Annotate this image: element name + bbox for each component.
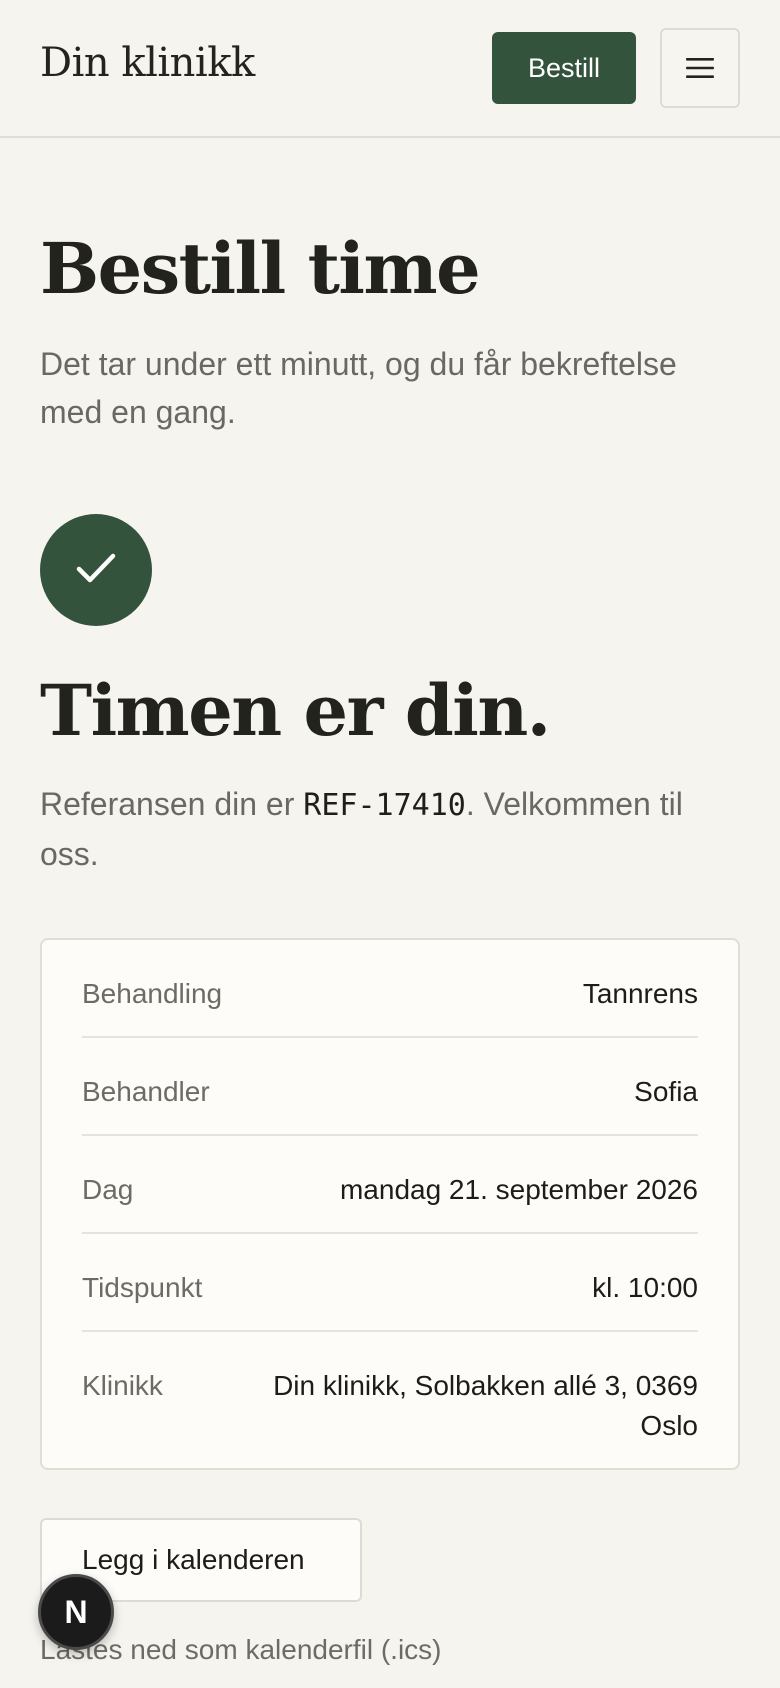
checkmark-icon xyxy=(75,551,117,590)
success-badge xyxy=(40,514,152,626)
detail-row-date: Dag mandag 21. september 2026 xyxy=(82,1136,698,1234)
order-button[interactable]: Bestill xyxy=(492,32,636,104)
booking-details-card: Behandling Tannrens Behandler Sofia Dag … xyxy=(40,938,740,1470)
detail-label: Behandler xyxy=(82,1076,210,1107)
dev-tools-badge[interactable]: N xyxy=(38,1574,114,1650)
reference-prefix: Referansen din er xyxy=(40,786,304,822)
site-header: Din klinikk Bestill xyxy=(0,0,780,138)
detail-value: Tannrens xyxy=(582,978,698,1009)
brand-logo[interactable]: Din klinikk xyxy=(40,40,255,86)
detail-row-time: Tidspunkt kl. 10:00 xyxy=(82,1234,698,1332)
detail-label: Behandling xyxy=(82,978,223,1009)
detail-value: Sofia xyxy=(634,1076,698,1107)
hamburger-menu-icon xyxy=(685,57,715,79)
detail-row-treatment: Behandling Tannrens xyxy=(82,940,698,1038)
menu-button[interactable] xyxy=(660,28,740,108)
detail-label: Dag xyxy=(82,1174,134,1205)
reference-text: Referansen din er REF-17410. Velkommen t… xyxy=(40,780,740,878)
detail-row-clinic: Klinikk Din klinikk, Solbakken allé 3, 0… xyxy=(82,1332,698,1446)
detail-label: Klinikk xyxy=(82,1370,163,1401)
detail-value: kl. 10:00 xyxy=(592,1272,698,1303)
reference-code: REF-17410 xyxy=(303,788,466,823)
detail-row-practitioner: Behandler Sofia xyxy=(82,1038,698,1136)
detail-value: Din klinikk, Solbakken allé 3, 0369 Oslo xyxy=(273,1370,698,1441)
confirmation-title: Timen er din. xyxy=(40,669,551,752)
detail-label: Tidspunkt xyxy=(82,1272,203,1303)
page-subtitle: Det tar under ett minutt, og du får bekr… xyxy=(40,346,677,430)
page-title: Bestill time xyxy=(40,227,481,310)
detail-value: mandag 21. september 2026 xyxy=(339,1174,698,1205)
